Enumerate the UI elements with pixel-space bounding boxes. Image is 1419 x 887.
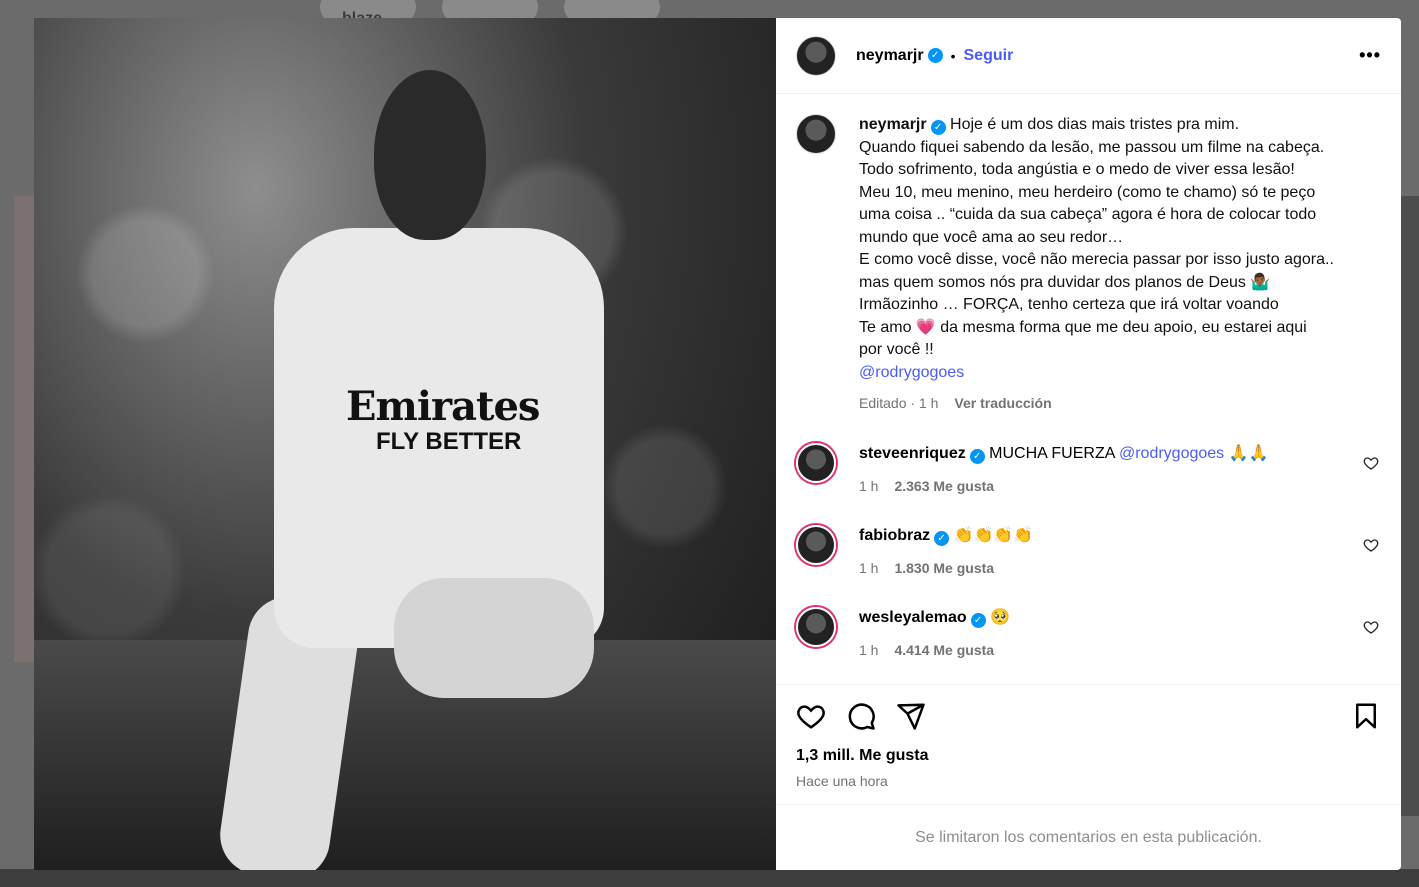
comment-likes[interactable]: 4.414 Me gusta (894, 642, 994, 658)
caption-line: por você !! (859, 341, 934, 358)
post-modal: Emirates FLY BETTER neymarjr ✓ • Seguir … (34, 18, 1401, 870)
caption-mention[interactable]: @rodrygogoes (859, 362, 1334, 385)
caption-username[interactable]: neymarjr (859, 116, 927, 133)
comment-item: steveenriquez ✓ MUCHA FUERZA @rodrygogoes… (796, 442, 1381, 497)
caption-line: mas quem somos nós pra duvidar dos plano… (859, 273, 1271, 291)
comments-limited-notice: Se limitaron los comentarios en esta pub… (776, 804, 1401, 870)
comment-likes[interactable]: 1.830 Me gusta (894, 560, 994, 576)
caption-line: mundo que você ama ao seu redor… (859, 228, 1124, 246)
comment-meta: 1 h 2.363 Me gusta (859, 475, 1381, 497)
comment-time: 1 h (859, 559, 879, 576)
save-bookmark-icon[interactable] (1351, 701, 1381, 731)
post-actions: 1,3 mill. Me gusta Hace una hora (776, 684, 1401, 804)
edited-label: Editado · 1 h (859, 395, 939, 411)
caption-line: E como você disse, você não merecia pass… (859, 251, 1334, 268)
comment-time: 1 h (859, 477, 879, 494)
caption-avatar[interactable] (796, 114, 836, 154)
comment-text: MUCHA FUERZA (989, 444, 1119, 462)
like-comment-heart-icon[interactable] (1363, 455, 1379, 471)
follow-button[interactable]: Seguir (964, 47, 1014, 65)
caption-line: Irmãozinho … FORÇA, tenho certeza que ir… (859, 296, 1279, 313)
more-options-icon[interactable]: ••• (1359, 45, 1381, 66)
like-comment-heart-icon[interactable] (1363, 619, 1379, 635)
comment-body: wesleyalemao ✓ 🥺 1 h 4.414 Me gusta (859, 607, 1381, 661)
verified-badge-icon: ✓ (970, 612, 986, 628)
comment-text: 🥺 (990, 608, 1010, 626)
action-row (796, 701, 1381, 731)
commenter-avatar[interactable] (796, 442, 836, 483)
share-send-icon[interactable] (896, 701, 926, 731)
comment-item: wesleyalemao ✓ 🥺 1 h 4.414 Me gusta (796, 606, 1381, 661)
caption: neymarjr ✓ Hoje é um dos dias mais triste… (796, 114, 1381, 415)
author-avatar[interactable] (796, 35, 836, 76)
commenter-username[interactable]: steveenriquez (859, 445, 966, 462)
commenter-avatar[interactable] (796, 606, 836, 647)
verified-badge-icon: ✓ (927, 48, 943, 63)
shirt-sponsor: Emirates (346, 383, 540, 430)
background-post-right (1401, 196, 1419, 816)
post-timestamp[interactable]: Hace una hora (796, 773, 1381, 789)
background-post-left (14, 196, 36, 662)
comment-likes[interactable]: 2.363 Me gusta (894, 478, 994, 494)
like-heart-icon[interactable] (796, 701, 826, 731)
see-translation-button[interactable]: Ver traducción (954, 395, 1051, 411)
commenter-avatar[interactable] (796, 524, 836, 565)
comment-text: 👏👏👏👏 (953, 526, 1034, 544)
author-username[interactable]: neymarjr (856, 47, 924, 65)
comments-list[interactable]: neymarjr ✓ Hoje é um dos dias mais triste… (776, 94, 1401, 684)
separator-dot: • (950, 47, 956, 64)
post-image: Emirates FLY BETTER (34, 18, 776, 870)
caption-line: Meu 10, meu menino, meu herdeiro (como t… (859, 183, 1316, 201)
comment-body: fabiobraz ✓ 👏👏👏👏 1 h 1.830 Me gusta (859, 525, 1381, 579)
caption-line: Quando fiquei sabendo da lesão, me passo… (859, 138, 1325, 156)
post-side-panel: neymarjr ✓ • Seguir ••• neymarjr ✓ Hoje é… (776, 18, 1401, 870)
player-knee (394, 578, 594, 698)
comment-meta: 1 h 1.830 Me gusta (859, 557, 1381, 579)
caption-line: uma coisa .. “cuida da sua cabeça” agora… (859, 206, 1317, 223)
caption-body: neymarjr ✓ Hoje é um dos dias mais triste… (859, 114, 1334, 415)
comment-suffix: 🙏🙏 (1224, 444, 1269, 462)
comment-item: fabiobraz ✓ 👏👏👏👏 1 h 1.830 Me gusta (796, 524, 1381, 579)
verified-badge-icon: ✓ (969, 448, 985, 464)
comment-time: 1 h (859, 641, 879, 658)
like-comment-heart-icon[interactable] (1363, 537, 1379, 553)
commenter-username[interactable]: fabiobraz (859, 527, 930, 544)
comment-body: steveenriquez ✓ MUCHA FUERZA @rodrygogoes… (859, 443, 1381, 497)
commenter-username[interactable]: wesleyalemao (859, 609, 967, 626)
verified-badge-icon: ✓ (934, 530, 950, 546)
verified-badge-icon: ✓ (930, 120, 946, 135)
comment-bubble-icon[interactable] (846, 701, 876, 731)
comment-meta: 1 h 4.414 Me gusta (859, 639, 1381, 661)
likes-count[interactable]: 1,3 mill. Me gusta (796, 747, 1381, 765)
comment-mention[interactable]: @rodrygogoes (1119, 445, 1224, 462)
post-header: neymarjr ✓ • Seguir ••• (776, 18, 1401, 94)
player-head (374, 70, 486, 240)
caption-line: Te amo 💗 da mesma forma que me deu apoio… (859, 318, 1307, 336)
caption-line: Todo sofrimento, toda angústia e o medo … (859, 161, 1295, 178)
caption-meta: Editado · 1 h Ver traducción (859, 392, 1334, 415)
caption-line: Hoje é um dos dias mais tristes pra mim. (950, 116, 1240, 133)
shirt-sponsor-sub: FLY BETTER (376, 428, 522, 455)
background-post-bottom (0, 869, 1419, 887)
